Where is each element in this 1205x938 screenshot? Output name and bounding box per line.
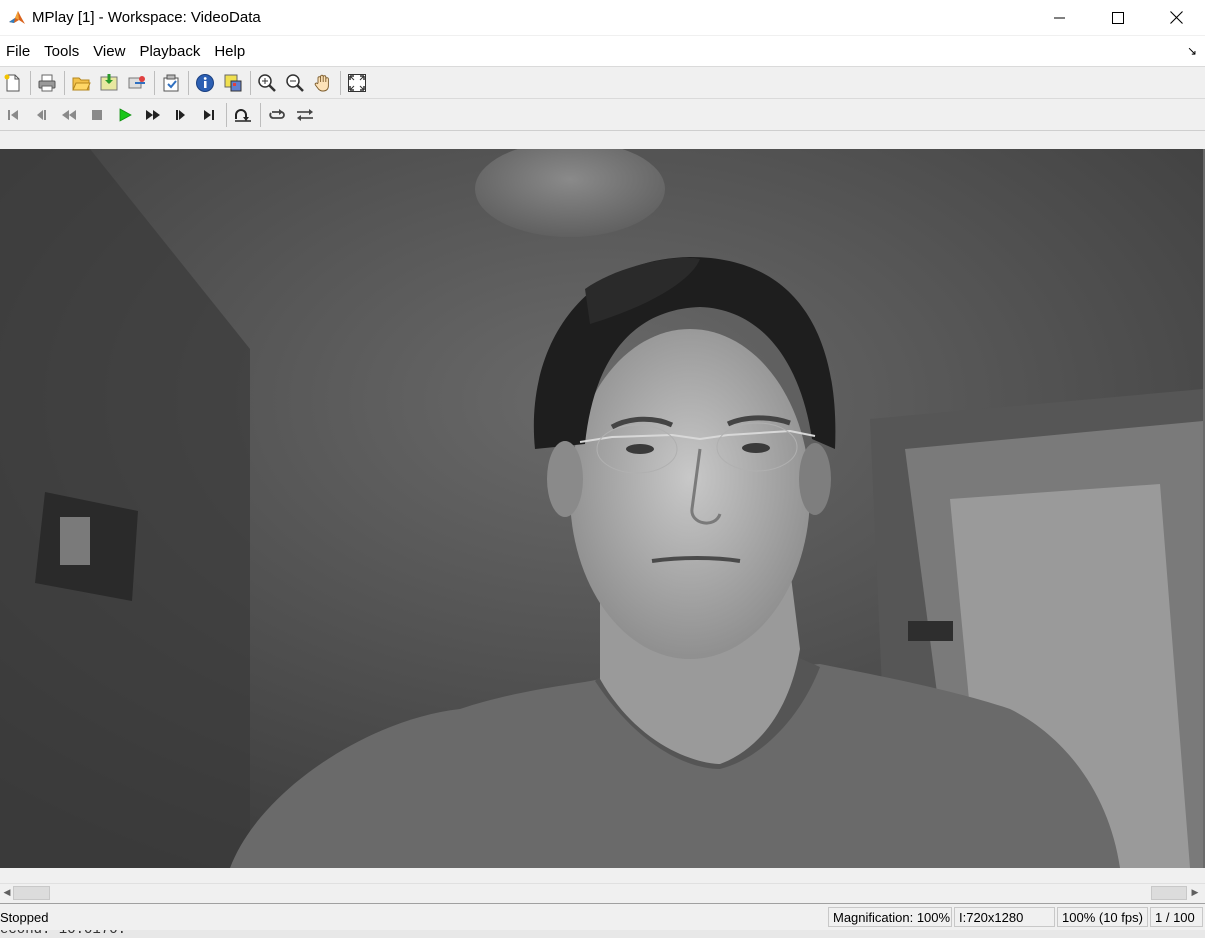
video-frame[interactable] (0, 149, 1203, 868)
background-window-strip: econd: 10.0170. (0, 930, 1205, 938)
menu-tools[interactable]: Tools (36, 43, 87, 60)
menu-playback[interactable]: Playback (131, 43, 208, 60)
maximize-button[interactable] (1089, 0, 1147, 35)
playback-state: Stopped (0, 910, 49, 925)
stop-icon (92, 109, 102, 120)
toolbar-separator (154, 70, 155, 95)
rewind-icon (62, 109, 76, 120)
info-icon (196, 73, 214, 92)
loop-icon (269, 108, 285, 119)
image-size-readout: I:720x1280 (954, 907, 1055, 927)
close-icon (1169, 11, 1183, 24)
go-last-button[interactable] (196, 102, 222, 128)
rewind-button[interactable] (56, 102, 82, 128)
playback-toolbar (0, 99, 1205, 131)
maximize-icon (1112, 11, 1124, 24)
background-console-text: econd: 10.0170. (0, 930, 127, 938)
fit-to-window-icon (348, 73, 366, 92)
autoreverse-icon (297, 108, 313, 121)
horizontal-scrollbar[interactable]: ◀ ▶ (0, 883, 1205, 901)
scroll-thumb[interactable] (13, 886, 50, 900)
video-bottom-gap (0, 868, 1205, 883)
export-icon (163, 74, 179, 91)
pan-hand-icon (314, 74, 329, 91)
jump-to-button[interactable] (230, 102, 256, 128)
fit-to-window-button[interactable] (344, 70, 370, 96)
menu-file[interactable]: File (0, 43, 38, 60)
step-back-button[interactable] (28, 102, 54, 128)
window-title: MPlay [1] - Workspace: VideoData (32, 9, 261, 26)
magnification-readout: Magnification: 100% (828, 907, 952, 927)
menu-bar: File Tools View Playback Help ↘ (0, 36, 1205, 67)
toolbar-separator (64, 70, 65, 95)
menu-help[interactable]: Help (206, 43, 253, 60)
toolbar-separator (188, 70, 189, 95)
autoreverse-button[interactable] (292, 102, 318, 128)
toolbar-separator (340, 70, 341, 95)
minimize-icon (1054, 17, 1065, 18)
go-first-icon (8, 109, 18, 120)
fast-forward-icon (146, 109, 160, 120)
video-image (0, 149, 1203, 868)
zoom-in-button[interactable] (254, 70, 280, 96)
colormap-button[interactable] (220, 70, 246, 96)
zoom-out-button[interactable] (282, 70, 308, 96)
matlab-logo-icon (9, 10, 25, 24)
scroll-track-end[interactable] (1151, 886, 1187, 900)
main-toolbar (0, 67, 1205, 99)
play-button[interactable] (112, 102, 138, 128)
loop-button[interactable] (264, 102, 290, 128)
frame-rate-readout: 100% (10 fps) (1057, 907, 1148, 927)
go-first-button[interactable] (0, 102, 26, 128)
scroll-left-icon[interactable]: ◀ (1, 886, 13, 898)
connect-button[interactable] (124, 70, 150, 96)
import-button[interactable] (96, 70, 122, 96)
go-last-icon (204, 109, 214, 120)
status-bar: Stopped Magnification: 100% I:720x1280 1… (0, 903, 1205, 931)
export-button[interactable] (158, 70, 184, 96)
info-button[interactable] (192, 70, 218, 96)
print-button[interactable] (34, 70, 60, 96)
toolbar-separator (30, 70, 31, 95)
open-icon (72, 77, 91, 90)
step-back-icon (37, 109, 46, 120)
toolbar-separator (260, 102, 261, 127)
jump-to-icon (235, 108, 251, 122)
new-icon (4, 74, 20, 91)
stop-button[interactable] (84, 102, 110, 128)
connect-icon (128, 75, 145, 88)
pan-button[interactable] (310, 70, 336, 96)
open-button[interactable] (68, 70, 94, 96)
step-forward-button[interactable] (168, 102, 194, 128)
menu-view[interactable]: View (85, 43, 133, 60)
toolbar-separator (250, 70, 251, 95)
minimize-button[interactable] (1031, 0, 1089, 35)
play-icon (119, 107, 132, 122)
dock-arrow-icon[interactable]: ↘ (1187, 44, 1197, 58)
zoom-out-icon (286, 73, 304, 92)
step-forward-icon (176, 109, 185, 120)
scroll-right-icon[interactable]: ▶ (1189, 886, 1201, 898)
toolbar-spacer (0, 131, 1205, 149)
print-icon (38, 74, 56, 91)
fast-forward-button[interactable] (140, 102, 166, 128)
title-bar: MPlay [1] - Workspace: VideoData (0, 0, 1205, 35)
close-button[interactable] (1147, 0, 1205, 35)
import-icon (100, 73, 118, 90)
frame-counter: 1 / 100 (1150, 907, 1203, 927)
new-button[interactable] (0, 70, 26, 96)
colormap-icon (224, 74, 242, 91)
toolbar-separator (226, 102, 227, 127)
zoom-in-icon (258, 73, 276, 92)
